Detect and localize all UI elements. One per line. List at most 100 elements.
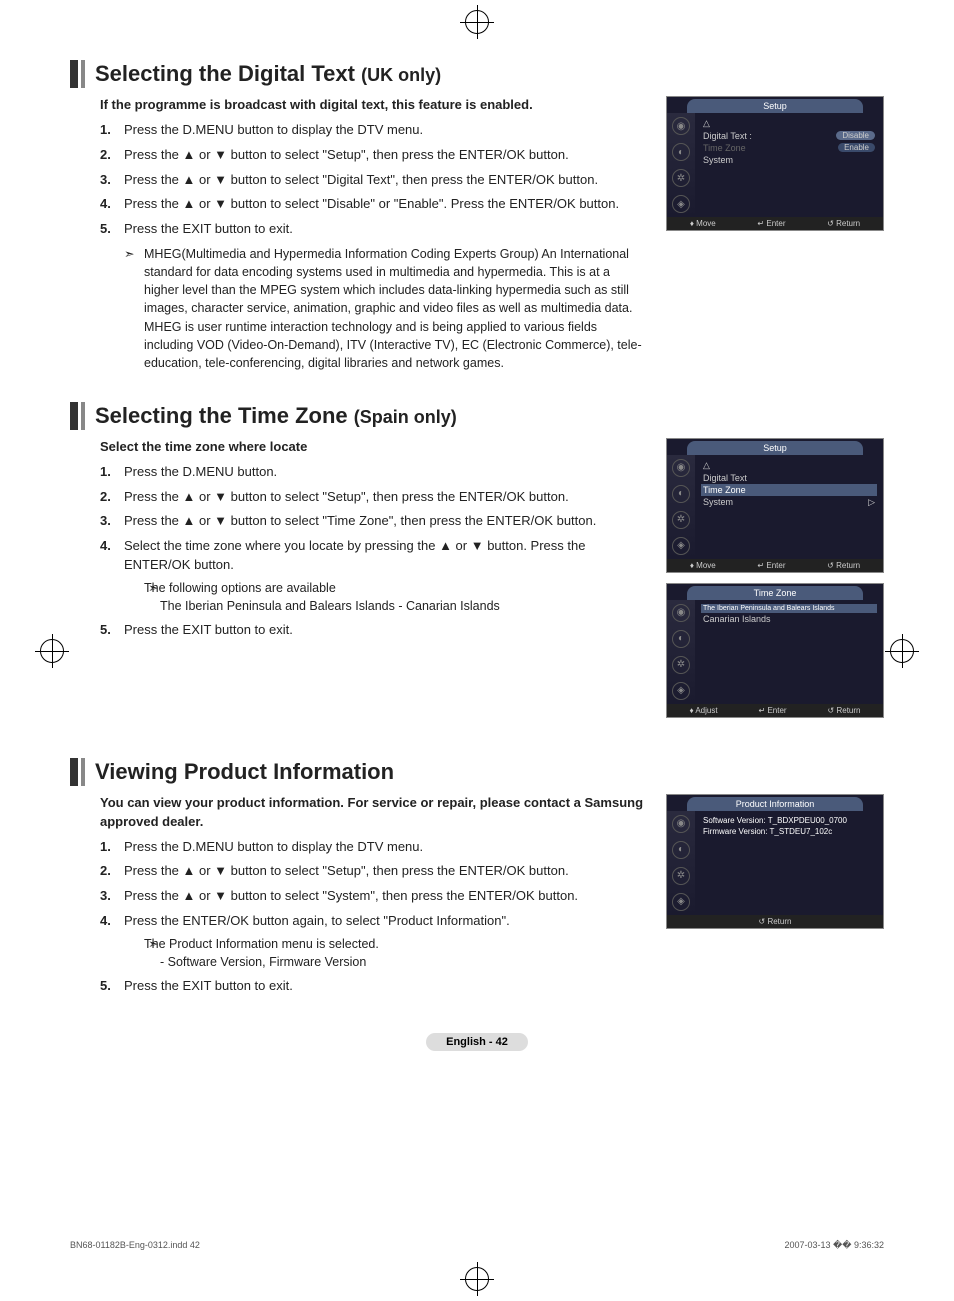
osd-icon: ◐ (672, 143, 690, 161)
registration-mark-icon (465, 1267, 489, 1291)
osd-row-digital-text: Digital Text : Disable (701, 130, 877, 142)
step: Press the EXIT button to exit. (100, 977, 646, 996)
footer-timestamp: 2007-03-13 �� 9:36:32 (784, 1240, 884, 1251)
osd-footer: ↺ Return (667, 915, 883, 928)
osd-icon: ◐ (672, 841, 690, 859)
osd-hint-move: ♦ Move (690, 219, 716, 228)
steps-list: Press the D.MENU button to display the D… (100, 838, 646, 996)
osd-icon: ✲ (672, 169, 690, 187)
osd-row-digital-text: Digital Text (701, 472, 877, 484)
steps-list: Press the D.MENU button. Press the ▲ or … (100, 463, 646, 640)
note-text: The following options are available (124, 579, 646, 597)
osd-icon: ◈ (672, 195, 690, 213)
osd-icon: ✲ (672, 867, 690, 885)
osd-row-system: System (701, 154, 877, 166)
osd-icon: ◉ (672, 117, 690, 135)
section-title: Selecting the Digital Text (UK only) (95, 61, 441, 87)
registration-mark-icon (890, 639, 914, 663)
osd-option-canarian: Canarian Islands (701, 613, 877, 625)
step: Press the ENTER/OK button again, to sele… (100, 912, 646, 971)
osd-footer: ♦ Move ↵ Enter ↺ Return (667, 217, 883, 230)
osd-hint-enter: ↵ Enter (759, 706, 787, 715)
osd-column: Setup ◉ ◐ ✲ ◈ △ Digital Text : Di (666, 96, 884, 372)
note-text: The Product Information menu is selected… (124, 935, 646, 953)
osd-icon: ✲ (672, 511, 690, 529)
accent-bar-icon (81, 758, 85, 786)
step: Press the ▲ or ▼ button to select "Setup… (100, 146, 646, 165)
osd-row-system: System ▷ (701, 496, 877, 508)
osd-triangle-up-icon: △ (701, 117, 877, 130)
accent-bar-icon (70, 60, 78, 88)
osd-column: Product Information ◉ ◐ ✲ ◈ Software Ver… (666, 794, 884, 1002)
osd-hint-move: ♦ Move (690, 561, 716, 570)
osd-icon: ◉ (672, 815, 690, 833)
osd-hint-return: ↺ Return (827, 561, 860, 570)
osd-hint-enter: ↵ Enter (757, 561, 785, 570)
osd-hint-return: ↺ Return (759, 917, 792, 926)
osd-title: Time Zone (687, 586, 863, 600)
osd-hint-enter: ↵ Enter (757, 219, 785, 228)
osd-title: Setup (687, 441, 863, 455)
osd-column: Setup ◉ ◐ ✲ ◈ △ Digital Text Time Zone (666, 438, 884, 728)
step: Press the ▲ or ▼ button to select "Setup… (100, 862, 646, 881)
step: Press the EXIT button to exit. (100, 621, 646, 640)
subnote-text: - Software Version, Firmware Version (124, 953, 646, 971)
registration-mark-icon (40, 639, 64, 663)
intro-text: Select the time zone where locate (100, 438, 646, 457)
osd-icon: ◉ (672, 459, 690, 477)
registration-mark-icon (465, 10, 489, 34)
osd-icon: ◐ (672, 630, 690, 648)
osd-icon: ◐ (672, 485, 690, 503)
section-digital-text: Selecting the Digital Text (UK only) If … (70, 60, 884, 372)
step: Press the D.MENU button to display the D… (100, 121, 646, 140)
osd-hint-adjust: ♦ Adjust (689, 706, 717, 715)
section-title: Selecting the Time Zone (Spain only) (95, 403, 457, 429)
step: Press the ▲ or ▼ button to select "Disab… (100, 195, 646, 214)
step: Press the ▲ or ▼ button to select "Digit… (100, 171, 646, 190)
step: Press the ▲ or ▼ button to select "Time … (100, 512, 646, 531)
page-number: English - 42 (70, 1032, 884, 1050)
osd-icon: ✲ (672, 656, 690, 674)
osd-title: Setup (687, 99, 863, 113)
accent-bar-icon (81, 402, 85, 430)
step: Press the D.MENU button to display the D… (100, 838, 646, 857)
osd-row-time-zone-selected: Time Zone (701, 484, 877, 496)
triangle-right-icon: ▷ (868, 497, 875, 508)
manual-page: Selecting the Digital Text (UK only) If … (0, 0, 954, 1301)
osd-sidebar-icons: ◉ ◐ ✲ ◈ (667, 455, 695, 559)
osd-sidebar-icons: ◉ ◐ ✲ ◈ (667, 113, 695, 217)
osd-value-enable: Enable (838, 143, 875, 152)
accent-bar-icon (70, 758, 78, 786)
note-text: MHEG(Multimedia and Hypermedia Informati… (100, 245, 646, 372)
accent-bar-icon (81, 60, 85, 88)
osd-icon: ◈ (672, 682, 690, 700)
intro-text: You can view your product information. F… (100, 794, 646, 832)
osd-setup-time-zone: Setup ◉ ◐ ✲ ◈ △ Digital Text Time Zone (666, 438, 884, 573)
osd-option-iberian: The Iberian Peninsula and Balears Island… (701, 604, 877, 613)
osd-value-disable: Disable (836, 131, 875, 140)
section-product-info: Viewing Product Information You can view… (70, 758, 884, 1002)
intro-text: If the programme is broadcast with digit… (100, 96, 646, 115)
osd-row-time-zone: Time Zone Enable (701, 142, 877, 154)
osd-hint-return: ↺ Return (827, 219, 860, 228)
osd-hint-return: ↺ Return (828, 706, 861, 715)
osd-software-version: Software Version: T_BDXPDEU00_0700 (701, 815, 877, 826)
osd-triangle-up-icon: △ (701, 459, 877, 472)
osd-firmware-version: Firmware Version: T_STDEU7_102c (701, 826, 877, 837)
osd-footer: ♦ Adjust ↵ Enter ↺ Return (667, 704, 883, 717)
osd-title: Product Information (687, 797, 863, 811)
steps-list: Press the D.MENU button to display the D… (100, 121, 646, 239)
osd-icon: ◉ (672, 604, 690, 622)
step: Select the time zone where you locate by… (100, 537, 646, 615)
section-time-zone: Selecting the Time Zone (Spain only) Sel… (70, 402, 884, 728)
step: Press the ▲ or ▼ button to select "Setup… (100, 488, 646, 507)
osd-icon: ◈ (672, 537, 690, 555)
osd-setup-digital-text: Setup ◉ ◐ ✲ ◈ △ Digital Text : Di (666, 96, 884, 231)
step: Press the D.MENU button. (100, 463, 646, 482)
osd-sidebar-icons: ◉ ◐ ✲ ◈ (667, 600, 695, 704)
footer-filename: BN68-01182B-Eng-0312.indd 42 (70, 1240, 200, 1251)
print-footer: BN68-01182B-Eng-0312.indd 42 2007-03-13 … (70, 1240, 884, 1251)
step: Press the ▲ or ▼ button to select "Syste… (100, 887, 646, 906)
accent-bar-icon (70, 402, 78, 430)
osd-footer: ♦ Move ↵ Enter ↺ Return (667, 559, 883, 572)
